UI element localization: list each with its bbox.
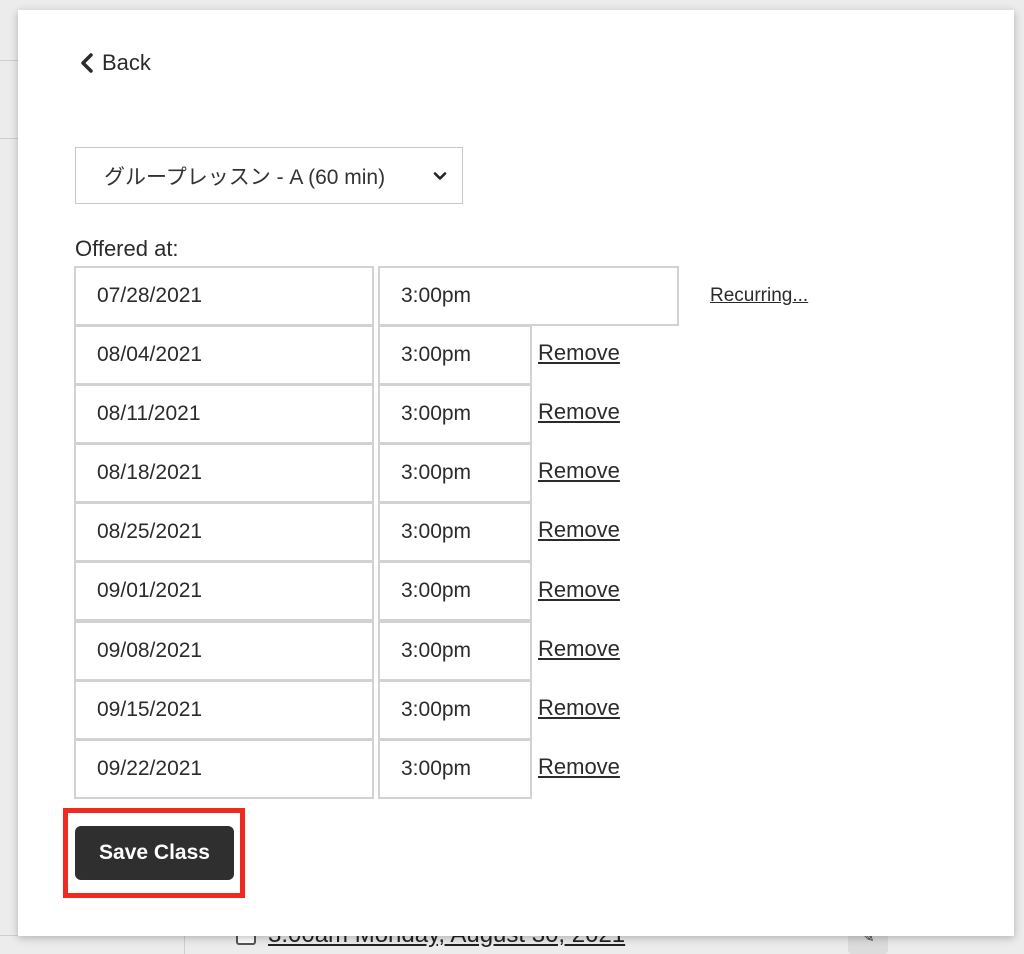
date-input[interactable]: 08/18/2021 bbox=[74, 443, 374, 503]
remove-link[interactable]: Remove bbox=[538, 754, 620, 780]
date-input[interactable]: 09/08/2021 bbox=[74, 621, 374, 681]
time-input[interactable]: 3:00pm bbox=[378, 561, 532, 621]
date-input[interactable]: 09/22/2021 bbox=[74, 739, 374, 799]
offered-at-label: Offered at: bbox=[75, 236, 179, 261]
date-input[interactable]: 08/04/2021 bbox=[74, 325, 374, 385]
chevron-down-icon bbox=[433, 171, 447, 180]
edit-class-modal: Back グループレッスン - A (60 min) Offered at: 0… bbox=[18, 10, 1014, 936]
date-input[interactable]: 09/15/2021 bbox=[74, 680, 374, 740]
back-button[interactable]: Back bbox=[78, 50, 151, 76]
class-type-select[interactable]: グループレッスン - A (60 min) bbox=[75, 147, 463, 204]
background-divider bbox=[0, 138, 18, 139]
time-input[interactable]: 3:00pm bbox=[378, 680, 532, 740]
remove-link[interactable]: Remove bbox=[538, 517, 620, 543]
time-input[interactable]: 3:00pm bbox=[378, 502, 532, 562]
remove-link[interactable]: Remove bbox=[538, 458, 620, 484]
date-input[interactable]: 08/25/2021 bbox=[74, 502, 374, 562]
class-type-selected-value: グループレッスン - A (60 min) bbox=[104, 165, 386, 189]
date-input[interactable]: 08/11/2021 bbox=[74, 384, 374, 444]
time-input[interactable]: 3:00pm bbox=[378, 384, 532, 444]
time-input[interactable]: 3:00pm bbox=[378, 739, 532, 799]
date-input[interactable]: 07/28/2021 bbox=[74, 266, 374, 326]
chevron-left-icon bbox=[81, 53, 93, 73]
time-input[interactable]: 3:00pm bbox=[378, 325, 532, 385]
recurring-link[interactable]: Recurring... bbox=[710, 285, 808, 307]
background-divider bbox=[0, 60, 18, 61]
remove-link[interactable]: Remove bbox=[538, 399, 620, 425]
remove-link[interactable]: Remove bbox=[538, 340, 620, 366]
remove-link[interactable]: Remove bbox=[538, 636, 620, 662]
background-divider bbox=[184, 936, 185, 954]
remove-link[interactable]: Remove bbox=[538, 695, 620, 721]
date-input[interactable]: 09/01/2021 bbox=[74, 561, 374, 621]
time-input[interactable]: 3:00pm bbox=[378, 266, 679, 326]
time-input[interactable]: 3:00pm bbox=[378, 443, 532, 503]
remove-link[interactable]: Remove bbox=[538, 577, 620, 603]
time-input[interactable]: 3:00pm bbox=[378, 621, 532, 681]
back-label: Back bbox=[102, 50, 151, 75]
save-class-button[interactable]: Save Class bbox=[75, 826, 234, 880]
